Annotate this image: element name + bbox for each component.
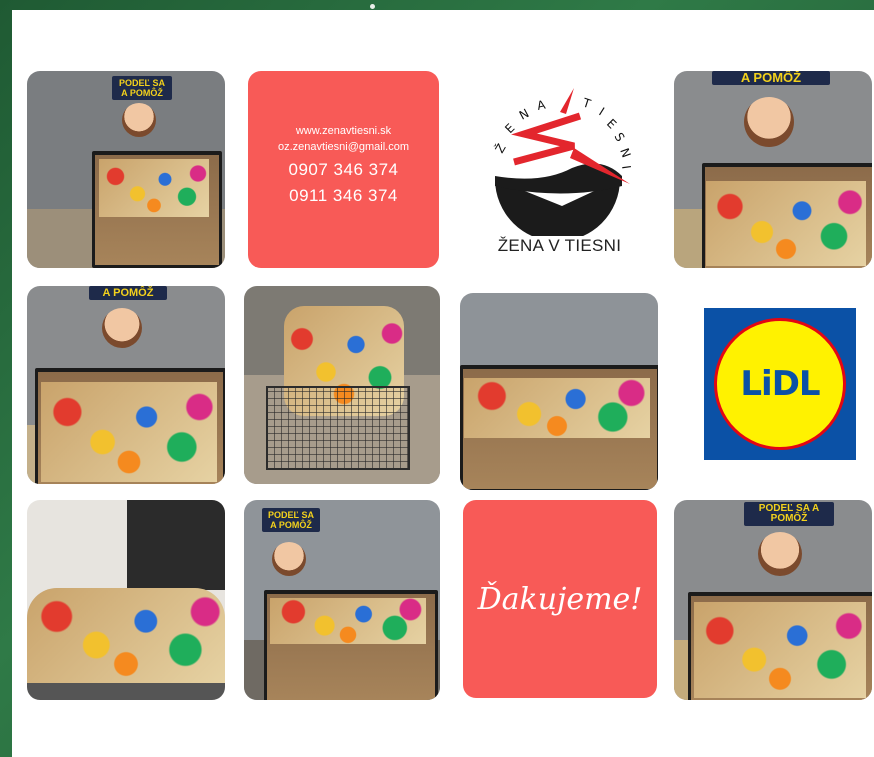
photo-groceries [706,181,866,266]
svg-text:N: N [617,146,633,159]
photo-shelves [127,500,225,590]
svg-text:Ž: Ž [492,141,509,156]
photo-sign: A POMÔŽ [712,71,830,85]
svg-text:N: N [517,106,532,123]
website-text: www.zenavtiesni.sk [295,125,392,137]
phone-1-text: 0907 346 374 [288,160,399,179]
lidl-logo-text: LiDL [740,364,820,404]
lidl-logo-tile: LiDL [698,290,862,480]
svg-text:I: I [619,164,633,169]
photo-cart [266,386,410,470]
svg-text:A: A [536,97,548,113]
photo-groceries [694,602,866,698]
photo-sign: PODEĽ SA A POMÔŽ [262,508,320,532]
photo-donation-box-1: PODEĽ SA A POMÔŽ [27,71,225,268]
email-text: oz.zenavtiesni@gmail.com [278,141,409,153]
photo-groceries [270,598,426,644]
photo-child [758,532,802,576]
lidl-logo-circle: LiDL [714,318,846,450]
svg-text:I: I [596,105,606,119]
photo-child [744,97,794,147]
photo-donation-box-2 [460,293,658,490]
top-dot [370,4,375,9]
photo-groceries [464,378,650,438]
photo-child-with-donations-1: A POMÔŽ [674,71,872,268]
photo-child [272,542,306,576]
collage-card: PODEĽ SA A POMÔŽ www.zenavtiesni.sk oz.z… [12,10,874,757]
photo-sign: A POMÔŽ [89,286,167,300]
photo-groceries [99,159,209,217]
zena-v-tiesni-logo-icon: Ž E N A T I E S N I [492,88,633,236]
thanks-text: Ďakujeme! [477,581,643,617]
photo-donation-box-3: PODEĽ SA A POMÔŽ [244,500,440,700]
svg-text:S: S [611,130,627,144]
photo-groceries [41,382,217,482]
svg-text:T: T [580,95,593,111]
photo-child-with-donations-3: PODEĽ SA A POMÔŽ [674,500,872,700]
photo-shopping-cart [244,286,440,484]
photo-child [102,308,142,348]
photo-groceries [27,588,225,683]
zena-v-tiesni-logo-tile: Ž E N A T I E S N I ŽENA V TIESNI [462,71,657,268]
photo-child [122,103,156,137]
contact-info-tile: www.zenavtiesni.sk oz.zenavtiesni@gmail.… [248,71,439,268]
thanks-tile: Ďakujeme! [463,500,657,698]
photo-donation-pile [27,500,225,700]
svg-text:E: E [604,116,619,131]
lidl-logo-icon: LiDL [704,308,856,460]
photo-child-with-donations-2: A POMÔŽ [27,286,225,484]
photo-sign: PODEĽ SA A POMÔŽ [744,502,834,526]
photo-sign: PODEĽ SA A POMÔŽ [112,76,172,100]
phone-2-text: 0911 346 374 [289,186,398,205]
logo-caption: ŽENA V TIESNI [497,236,622,255]
